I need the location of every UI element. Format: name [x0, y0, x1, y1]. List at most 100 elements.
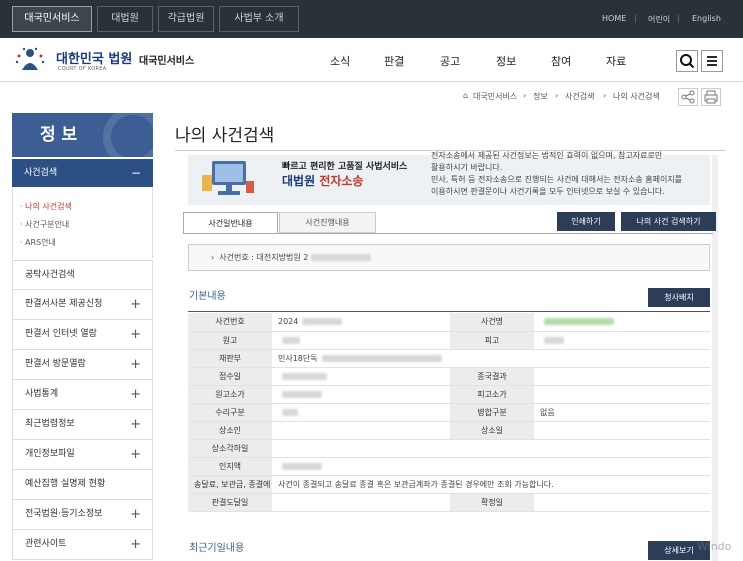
sidebar-item-label: 판결서 방문열람 — [25, 359, 86, 369]
breadcrumb-item[interactable]: 사건검색 — [565, 91, 594, 102]
redacted-text — [282, 336, 300, 344]
sidebar-item-statistics[interactable]: 사법통계 + — [12, 380, 153, 410]
sidebar-subitem-case-types[interactable]: · 사건구분안내 — [20, 219, 69, 230]
sidebar-item-judgment-visit[interactable]: 판결서 방문열람 + — [12, 350, 153, 380]
util-divider: | — [634, 14, 637, 23]
search-button[interactable] — [676, 50, 698, 72]
menu-button[interactable] — [701, 50, 723, 72]
table-header-cell: 상소일 — [450, 421, 534, 440]
table-header-cell: 재판부 — [188, 349, 272, 368]
table-header-cell: 원고 — [188, 331, 272, 350]
breadcrumb-item[interactable]: 대국민서비스 — [473, 91, 517, 102]
table-header-cell: 사건번호 — [188, 313, 272, 332]
court-emblem-icon[interactable] — [12, 44, 48, 74]
table-value-cell: 민사18단독 — [272, 349, 710, 368]
table-row: 원고 피고 — [188, 331, 710, 350]
table-value-cell — [534, 385, 710, 404]
table-value-cell — [534, 421, 710, 440]
top-tab-public-service[interactable]: 대국민서비스 — [12, 6, 92, 32]
sidebar-item-label: 사건검색 — [24, 168, 58, 178]
tab-underline — [183, 233, 713, 234]
nav-news[interactable]: 소식 — [330, 53, 350, 69]
redacted-text — [544, 318, 614, 326]
my-case-search-button[interactable]: 나의 사건 검색하기 — [621, 212, 716, 231]
expand-icon: + — [130, 537, 141, 552]
nav-info[interactable]: 정보 — [496, 53, 516, 69]
windows-watermark: Windo — [697, 540, 732, 553]
cell-value: 2024 — [278, 317, 299, 327]
sidebar-item-case-search[interactable]: 사건검색 − — [12, 159, 153, 187]
case-number-text: 사건번호 : 대전지방법원 2 — [219, 253, 309, 262]
nav-notices[interactable]: 공고 — [440, 53, 460, 69]
table-value-cell — [272, 331, 450, 350]
top-tab-supreme-court[interactable]: 대법원 — [97, 6, 153, 32]
sidebar-item-deposit-search[interactable]: 공탁사건검색 — [12, 260, 153, 290]
print-button[interactable]: 인쇄하기 — [557, 212, 615, 231]
tab-case-general[interactable]: 사건일반내용 — [183, 212, 278, 234]
table-value-cell — [272, 403, 450, 422]
e-litigation-banner[interactable]: 빠르고 편리한 고품질 사법서비스 대법원 전자소송 전자소송에서 제공된 사건… — [188, 151, 710, 205]
table-header-cell: 원고소가 — [188, 385, 272, 404]
table-value-cell: 2024 — [272, 313, 450, 332]
redacted-text — [282, 372, 327, 380]
breadcrumb-item[interactable]: 정보 — [533, 91, 548, 102]
case-number-box: › 사건번호 : 대전지방법원 2 — [188, 244, 710, 271]
util-home-link[interactable]: HOME — [602, 14, 626, 23]
sidebar-title-text: 정 보 — [40, 125, 78, 145]
court-layout-button[interactable]: 청사배치 — [648, 288, 710, 307]
table-row: 판결도달일 확정일 — [188, 493, 710, 512]
breadcrumb-current: 나의 사건검색 — [613, 92, 660, 101]
expand-icon: + — [130, 357, 141, 372]
top-tab-courts[interactable]: 각급법원 — [158, 6, 214, 32]
expand-icon: + — [130, 507, 141, 522]
section-basic-title: 기본내용 — [189, 291, 226, 302]
table-header-cell: 피고소가 — [450, 385, 534, 404]
sidebar-item-budget[interactable]: 예산집행 실명제 현황 — [12, 470, 153, 500]
breadcrumb-home-icon[interactable]: ⌂ — [463, 91, 468, 100]
tab-case-progress[interactable]: 사건진행내용 — [279, 212, 376, 233]
section-divider — [188, 311, 710, 312]
top-tab-judiciary-intro[interactable]: 사법부 소개 — [219, 6, 299, 32]
sidebar-item-privacy-files[interactable]: 개인정보파일 + — [12, 440, 153, 470]
util-english-link[interactable]: English — [692, 14, 721, 23]
sidebar-title: 정 보 — [12, 113, 153, 157]
sidebar-item-judgment-online[interactable]: 판결서 인터넷 열람 + — [12, 320, 153, 350]
nav-resources[interactable]: 자료 — [606, 53, 626, 69]
util-kids-link[interactable]: 어린이 — [648, 14, 670, 25]
nav-judgments[interactable]: 판결 — [384, 53, 404, 69]
table-value-cell — [534, 313, 710, 332]
table-value-cell: 없음 — [534, 403, 710, 422]
share-button[interactable] — [678, 88, 698, 106]
redacted-text — [282, 462, 322, 470]
table-header-cell: 상소각하일 — [188, 439, 272, 458]
table-row: 사건번호 2024 사건명 — [188, 313, 710, 332]
page-title: 나의 사건검색 — [175, 126, 275, 146]
table-value-cell: 사건이 종결되고 송달료 종결 혹은 보관금계좌가 종결된 경우에만 조회 가능… — [272, 475, 710, 494]
top-utility-bar: 대국민서비스 대법원 각급법원 사법부 소개 HOME | 어린이 | Engl… — [0, 0, 743, 38]
redacted-text — [544, 336, 564, 344]
table-header-cell: 확정일 — [450, 493, 534, 512]
logo-title[interactable]: 대한민국 법원 — [56, 48, 132, 67]
nav-participation[interactable]: 참여 — [551, 53, 571, 69]
sidebar-item-judgment-copy[interactable]: 판결서사본 제공신청 + — [12, 290, 153, 320]
banner-notice-line: 전자소송에서 제공된 사건정보는 법적인 효력이 없으며, 참고자료로만 — [431, 151, 663, 160]
breadcrumb-chevron-icon: › — [555, 91, 559, 100]
table-header-cell: 사건명 — [450, 313, 534, 332]
sidebar-subitem-my-case-search[interactable]: · 나의 사건검색 — [20, 201, 72, 212]
sidebar-item-label: 최근법령정보 — [25, 419, 75, 429]
table-header-cell: 상소인 — [188, 421, 272, 440]
print-page-button[interactable] — [701, 88, 721, 106]
sidebar-item-label: 관련사이트 — [25, 539, 67, 549]
sidebar-item-related-sites[interactable]: 관련사이트 + — [12, 530, 153, 560]
computer-illustration-icon — [202, 161, 254, 195]
table-row: 인지액 — [188, 457, 710, 476]
sidebar-item-court-registry[interactable]: 전국법원·등기소정보 + — [12, 500, 153, 530]
sidebar-item-label: 사법통계 — [25, 389, 59, 399]
sidebar-item-laws[interactable]: 최근법령정보 + — [12, 410, 153, 440]
redacted-text — [321, 354, 442, 362]
site-header: 대한민국 법원 COURT OF KOREA 대국민서비스 소식 판결 공고 정… — [0, 38, 743, 82]
collapse-icon: − — [130, 166, 141, 180]
breadcrumb-chevron-icon: › — [603, 91, 607, 100]
table-row: 상소각하일 — [188, 439, 710, 458]
sidebar-subitem-ars[interactable]: · ARS안내 — [20, 237, 56, 248]
